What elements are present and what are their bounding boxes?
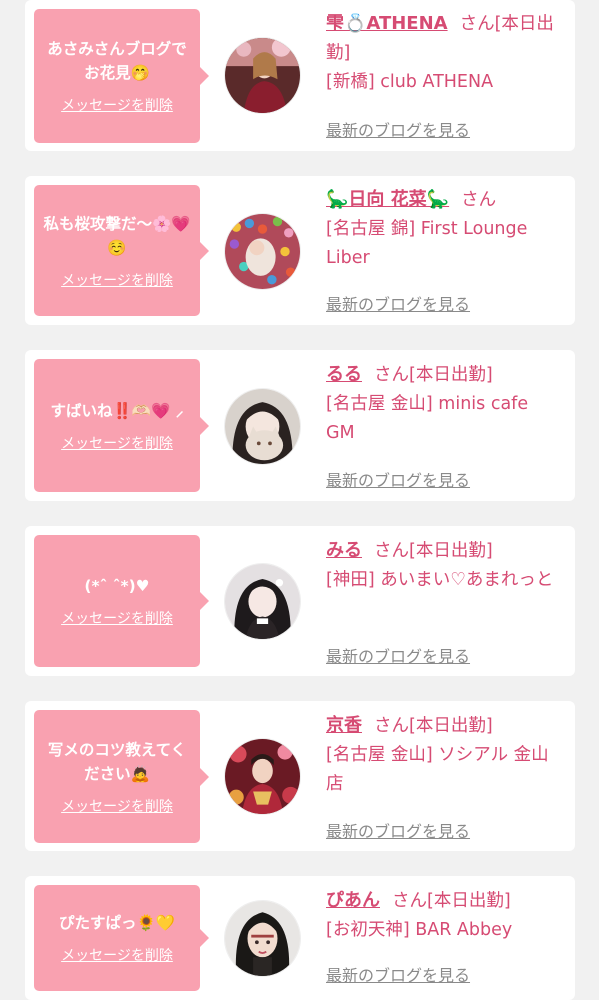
message-card: (*ˆ ˆ*)♥ メッセージを削除 みる さん[本日出勤] [神田] あいまい♡あ…	[25, 526, 575, 676]
message-card: 私も桜攻撃だ〜🌸💗☺️ メッセージを削除 🦕日向 花菜🦕 さん [名古屋 錦] F…	[25, 176, 575, 325]
message-card: すばいね‼️🫶🏻💗 ⸝ メッセージを削除 るる さん[本日出勤] [名古屋 金山]…	[25, 350, 575, 501]
shop-name: [神田] あいまい♡あまれっと	[326, 570, 554, 590]
avatar-image-icon	[225, 739, 300, 814]
message-text: あさみさんブログでお花見🤭	[47, 40, 187, 82]
message-card: 写メのコツ教えてください🙇 メッセージを削除 京香 さん[本日出勤] [名古屋 金…	[25, 701, 575, 851]
cast-name-link[interactable]: 雫💍ATHENA	[326, 13, 448, 34]
honorific: さん	[461, 190, 497, 210]
avatar-image-icon	[225, 214, 300, 289]
status-text: [本日出勤]	[409, 716, 493, 736]
message-bubble: すばいね‼️🫶🏻💗 ⸝ メッセージを削除	[34, 359, 209, 492]
status-text: [本日出勤]	[409, 541, 493, 561]
shop-name: [名古屋 金山] ソシアル 金山店	[326, 745, 549, 794]
message-bubble: ぴたすぱっ🌻💛 メッセージを削除	[34, 885, 209, 991]
avatar[interactable]	[224, 563, 301, 640]
message-text: すばいね‼️🫶🏻💗 ⸝	[50, 401, 184, 420]
message-bubble: 写メのコツ教えてください🙇 メッセージを削除	[34, 710, 209, 843]
latest-blog-link[interactable]: 最新のブログを見る	[326, 291, 470, 315]
cast-info: 雫💍ATHENA さん[本日出勤] [新橋] club ATHENA	[326, 9, 562, 97]
avatar-image-icon	[225, 38, 300, 113]
message-card: ぴたすぱっ🌻💛 メッセージを削除 ぴあん さん[本日出勤] [お初天神] BAR …	[25, 876, 575, 1000]
cast-name-link[interactable]: るる	[326, 364, 362, 385]
avatar[interactable]	[224, 738, 301, 815]
shop-name: [名古屋 錦] First Lounge Liber	[326, 219, 528, 268]
shop-name: [名古屋 金山] minis cafe GM	[326, 394, 529, 443]
message-text: 写メのコツ教えてください🙇	[47, 740, 187, 783]
avatar-image-icon	[225, 901, 300, 976]
avatar-image-icon	[225, 564, 300, 639]
latest-blog-link[interactable]: 最新のブログを見る	[326, 962, 470, 986]
status-text: [本日出勤]	[427, 891, 511, 911]
latest-blog-link[interactable]: 最新のブログを見る	[326, 467, 470, 491]
cast-name-link[interactable]: みる	[326, 540, 362, 561]
cast-info: ぴあん さん[本日出勤] [お初天神] BAR Abbey	[326, 886, 562, 945]
message-text: ぴたすぱっ🌻💛	[58, 914, 176, 932]
delete-message-link[interactable]: メッセージを削除	[61, 796, 173, 816]
avatar-image-icon	[225, 389, 300, 464]
message-bubble: 私も桜攻撃だ〜🌸💗☺️ メッセージを削除	[34, 185, 209, 316]
delete-message-link[interactable]: メッセージを削除	[61, 433, 173, 453]
honorific: さん	[392, 891, 427, 911]
delete-message-link[interactable]: メッセージを削除	[61, 608, 173, 628]
cast-info: 🦕日向 花菜🦕 さん [名古屋 錦] First Lounge Liber	[326, 185, 562, 273]
honorific: さん	[374, 716, 409, 736]
cast-info: るる さん[本日出勤] [名古屋 金山] minis cafe GM	[326, 360, 562, 448]
delete-message-link[interactable]: メッセージを削除	[61, 945, 173, 965]
honorific: さん	[374, 365, 409, 385]
delete-message-link[interactable]: メッセージを削除	[61, 95, 173, 115]
message-card: あさみさんブログでお花見🤭 メッセージを削除 雫💍ATHENA さん[本日出勤] …	[25, 0, 575, 151]
avatar[interactable]	[224, 37, 301, 114]
honorific: さん	[459, 14, 495, 34]
latest-blog-link[interactable]: 最新のブログを見る	[326, 818, 470, 842]
cast-info: 京香 さん[本日出勤] [名古屋 金山] ソシアル 金山店	[326, 711, 562, 799]
delete-message-link[interactable]: メッセージを削除	[61, 270, 173, 290]
honorific: さん	[374, 541, 409, 561]
avatar[interactable]	[224, 900, 301, 977]
cast-name-link[interactable]: ぴあん	[326, 890, 380, 911]
message-text: 私も桜攻撃だ〜🌸💗☺️	[43, 214, 191, 257]
avatar[interactable]	[224, 213, 301, 290]
cast-info: みる さん[本日出勤] [神田] あいまい♡あまれっと	[326, 536, 562, 595]
avatar[interactable]	[224, 388, 301, 465]
shop-name: [お初天神] BAR Abbey	[326, 920, 513, 940]
cast-name-link[interactable]: 🦕日向 花菜🦕	[326, 189, 449, 210]
status-text: [本日出勤]	[409, 365, 493, 385]
cast-name-link[interactable]: 京香	[326, 715, 362, 736]
latest-blog-link[interactable]: 最新のブログを見る	[326, 117, 470, 141]
message-bubble: あさみさんブログでお花見🤭 メッセージを削除	[34, 9, 209, 143]
shop-name: [新橋] club ATHENA	[326, 72, 494, 92]
latest-blog-link[interactable]: 最新のブログを見る	[326, 643, 470, 667]
message-bubble: (*ˆ ˆ*)♥ メッセージを削除	[34, 535, 209, 667]
message-text: (*ˆ ˆ*)♥	[84, 577, 150, 595]
